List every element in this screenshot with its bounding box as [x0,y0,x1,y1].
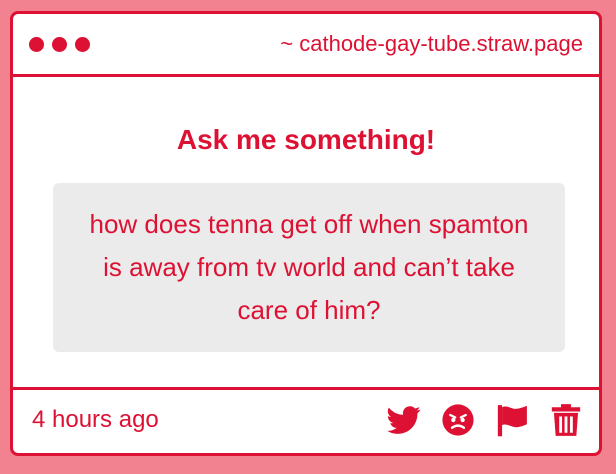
question-text: how does tenna get off when spamton is a… [89,209,529,325]
action-bar [387,403,583,437]
react-angry-button[interactable] [441,403,475,437]
report-button[interactable] [495,403,529,437]
flag-icon [497,405,527,437]
twitter-icon [387,406,421,434]
twitter-share-button[interactable] [387,403,421,437]
delete-button[interactable] [549,403,583,437]
trash-icon [551,404,581,436]
window-dots [29,37,90,52]
window-dot [29,37,44,52]
timestamp: 4 hours ago [32,406,159,433]
window-dot [52,37,67,52]
angry-face-icon [442,404,474,436]
window-header: ~ cathode-gay-tube.straw.page [13,14,599,77]
page-url[interactable]: ~ cathode-gay-tube.straw.page [280,31,583,57]
page-title: Ask me something! [176,124,436,155]
window-dot [75,37,90,52]
card-footer: 4 hours ago [13,387,599,453]
question-box: how does tenna get off when spamton is a… [53,183,565,352]
question-card: ~ cathode-gay-tube.straw.page Ask me som… [10,11,602,456]
